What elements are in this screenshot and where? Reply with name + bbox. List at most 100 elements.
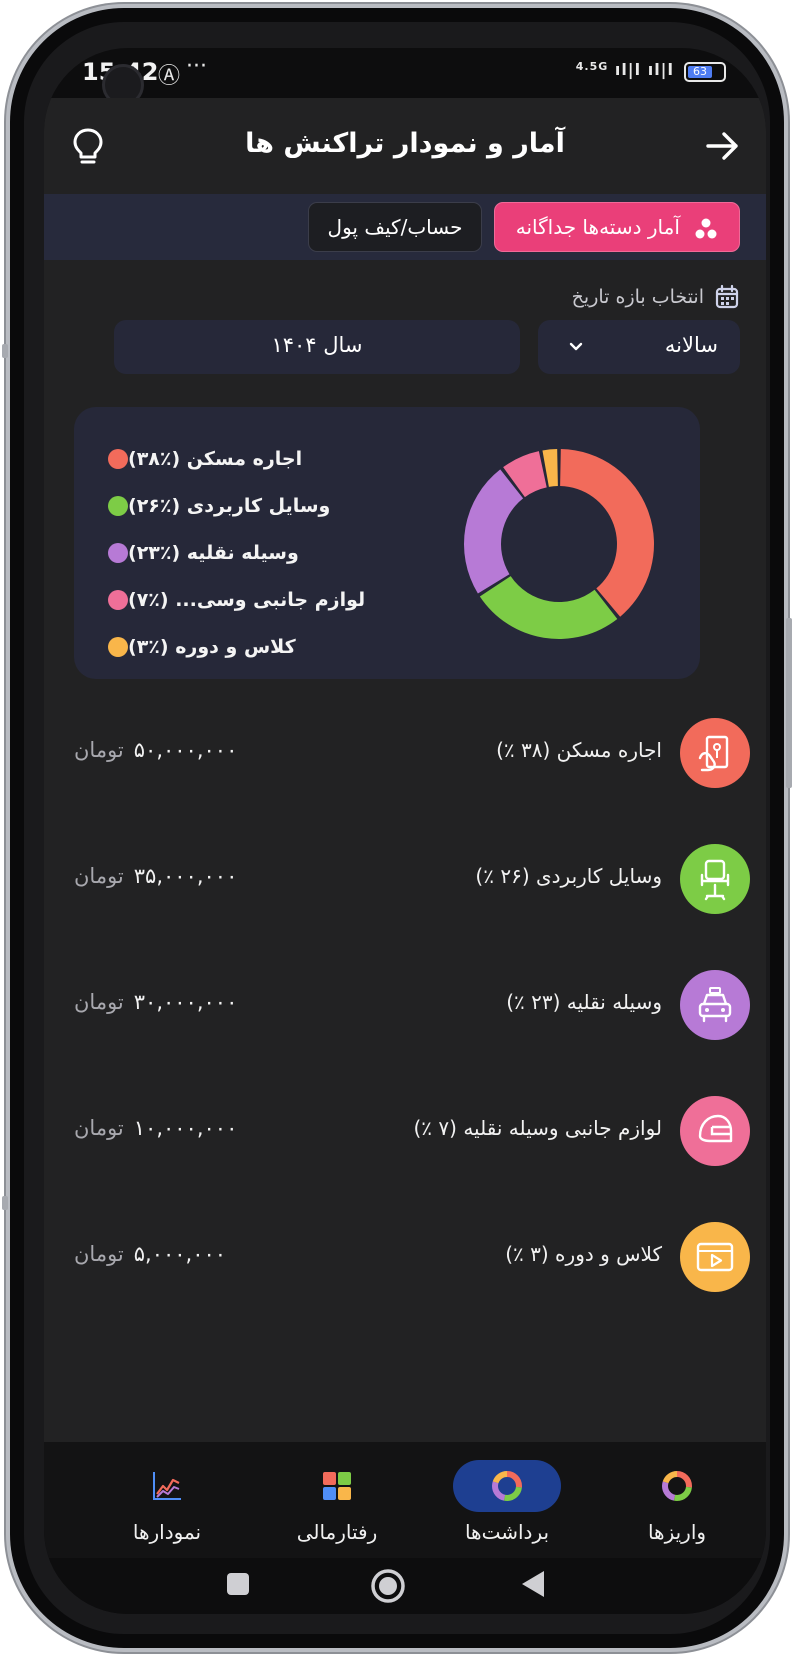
period-select[interactable]: سالانه [538,320,740,374]
date-range-label: انتخاب بازه تاریخ [572,284,740,310]
donut-chart-icon [492,1471,522,1501]
more-notifications-icon: ··· [186,54,207,79]
legend-dot [108,589,128,610]
nav-label: نمودارها [132,1520,202,1544]
category-list: اجاره مسکن (٣٨ ٪) ۵۰,۰۰۰,۰۰۰ تومان وسایل … [44,710,766,1340]
donut-slice [464,469,524,594]
category-icon-circle [680,970,750,1040]
currency-label: تومان [74,738,124,762]
year-value: سال ۱۴۰۴ [271,333,363,357]
currency-label: تومان [74,1242,124,1266]
category-amount: ۱۰,۰۰۰,۰۰۰ تومان [74,1116,237,1140]
nav-icon-wrap [453,1460,561,1512]
volume-button [786,618,792,788]
list-item[interactable]: وسایل کاربردی (۲۶ ٪) ۳۵,۰۰۰,۰۰۰ تومان [44,836,766,962]
chart-card: اجاره مسکن (٪۳۸) وسایل کاربردی (٪۲۶) وسی… [74,407,700,679]
category-name: کلاس و دوره (۳ ٪) [505,1242,662,1266]
line-chart-icon [153,1472,181,1500]
video-course-icon [696,1242,734,1272]
nav-icon-wrap [283,1460,391,1512]
donut-chart-icon [662,1471,692,1501]
nav-label: واریزها [647,1520,707,1544]
legend-label: وسایل کاربردی (٪۲۶) [128,494,331,517]
category-name: اجاره مسکن (٣٨ ٪) [496,738,662,762]
lightbulb-icon [73,128,103,164]
app: آمار و نمودار تراکنش ها [44,98,766,1488]
chevron-down-icon [569,342,583,351]
legend-label: کلاس و دوره (٪۳) [128,635,296,658]
legend-label: اجاره مسکن (٪۳۸) [128,447,303,470]
taxi-icon [698,987,732,1023]
donut-chart [464,449,654,639]
recent-apps-button[interactable] [220,1566,256,1602]
date-range-text: انتخاب بازه تاریخ [571,286,704,308]
category-amount: ۳۰,۰۰۰,۰۰۰ تومان [74,990,237,1014]
side-button [2,344,8,358]
tab-account-wallet[interactable]: حساب/کیف پول [308,202,482,252]
category-dots-icon [695,218,717,238]
list-item[interactable]: اجاره مسکن (٣٨ ٪) ۵۰,۰۰۰,۰۰۰ تومان [44,710,766,836]
category-amount: ۳۵,۰۰۰,۰۰۰ تومان [74,864,237,888]
screen: 15:42 Ⓐ ··· 4.5G ıl|l ıl|l 63 آمار و نمو… [44,48,766,1614]
calendar-icon [715,284,739,309]
category-amount: ۵۰,۰۰۰,۰۰۰ تومان [74,738,237,762]
category-amount: ۵,۰۰۰,۰۰۰ تومان [74,1242,226,1266]
list-item[interactable]: کلاس و دوره (۳ ٪) ۵,۰۰۰,۰۰۰ تومان [44,1214,766,1340]
legend-label: وسیله نقلیه (٪۲۳) [128,541,299,564]
category-icon-circle [680,1222,750,1292]
category-name: وسایل کاربردی (۲۶ ٪) [475,864,662,888]
office-chair-icon [700,859,730,901]
house-key-icon [698,735,729,772]
nav-financial-behavior[interactable]: رفتارمالی [262,1460,412,1550]
amount-value: ۵۰,۰۰۰,۰۰۰ [133,738,238,762]
back-nav-button[interactable] [516,1566,552,1602]
amount-value: ۳۵,۰۰۰,۰۰۰ [133,864,238,888]
legend-label: لوازم جانبی وسی... (٪۷) [128,588,366,611]
legend-item: لوازم جانبی وسی... (٪۷) [96,576,416,623]
period-value: سالانه [664,333,718,357]
list-item[interactable]: لوازم جانبی وسیله نقلیه (۷ ٪) ۱۰,۰۰۰,۰۰۰… [44,1088,766,1214]
donut-slice [560,449,654,617]
category-icon-circle [680,718,750,788]
nav-label: برداشت‌ها [464,1520,550,1544]
category-icon-circle [680,1096,750,1166]
currency-label: تومان [74,864,124,888]
nav-withdrawals[interactable]: برداشت‌ها [432,1460,582,1550]
system-navigation [44,1558,766,1614]
chart-legend: اجاره مسکن (٪۳۸) وسایل کاربردی (٪۲۶) وسی… [96,435,416,670]
nav-charts[interactable]: نمودارها [92,1460,242,1550]
nav-icon-wrap [113,1460,221,1512]
legend-item: کلاس و دوره (٪۳) [96,623,416,670]
page-title: آمار و نمودار تراکنش ها [245,128,565,159]
battery-icon: 63 [684,62,726,82]
grid-tiles-icon [323,1472,351,1500]
anarchy-icon: Ⓐ [158,64,181,89]
year-select[interactable]: سال ۱۴۰۴ [114,320,520,374]
battery-level: 63 [688,66,712,78]
arrow-right-icon [706,132,738,160]
back-button[interactable] [700,124,744,168]
tab-category-stats[interactable]: آمار دسته‌ها جداگانه [494,202,740,252]
network-type: 4.5G [575,60,609,73]
currency-label: تومان [74,1116,124,1140]
side-button [2,1196,8,1210]
category-name: وسیله نقلیه (۲۳ ٪) [506,990,662,1014]
bottom-nav: واریزها برداشت‌ها [44,1442,766,1558]
header: آمار و نمودار تراکنش ها [44,98,766,194]
category-name: لوازم جانبی وسیله نقلیه (۷ ٪) [413,1116,663,1140]
tip-button[interactable] [66,124,110,168]
phone-frame: 15:42 Ⓐ ··· 4.5G ıl|l ıl|l 63 آمار و نمو… [6,4,788,1652]
helmet-icon [698,1114,733,1143]
legend-dot [108,636,128,657]
nav-deposits[interactable]: واریزها [602,1460,752,1550]
status-bar: 15:42 Ⓐ ··· 4.5G ıl|l ıl|l 63 [44,48,766,106]
currency-label: تومان [74,990,124,1014]
legend-dot [108,495,128,516]
amount-value: ۵,۰۰۰,۰۰۰ [133,1242,227,1266]
signal-icon: 4.5G ıl|l ıl|l [575,60,674,79]
nav-label: رفتارمالی [296,1520,378,1544]
category-icon-circle [680,844,750,914]
home-button[interactable] [368,1566,408,1606]
list-item[interactable]: وسیله نقلیه (۲۳ ٪) ۳۰,۰۰۰,۰۰۰ تومان [44,962,766,1088]
tabs-bar: آمار دسته‌ها جداگانه حساب/کیف پول [44,194,766,260]
